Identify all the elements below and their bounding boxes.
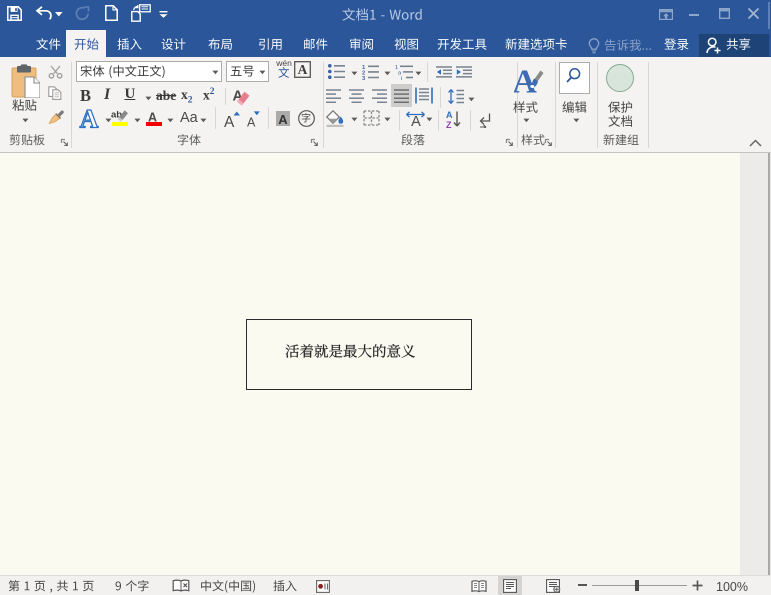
svg-text:Z: Z (446, 120, 452, 129)
svg-text:A: A (446, 110, 453, 120)
svg-text:A: A (247, 115, 256, 127)
svg-text:A: A (514, 63, 537, 94)
svg-text:3: 3 (362, 76, 366, 80)
svg-text:A: A (224, 114, 235, 128)
svg-text:A: A (278, 111, 288, 125)
svg-text:A: A (298, 62, 308, 77)
svg-text:A: A (148, 110, 157, 122)
svg-text:A: A (411, 114, 421, 127)
svg-text:i: i (401, 76, 402, 80)
svg-text:A: A (80, 105, 99, 130)
